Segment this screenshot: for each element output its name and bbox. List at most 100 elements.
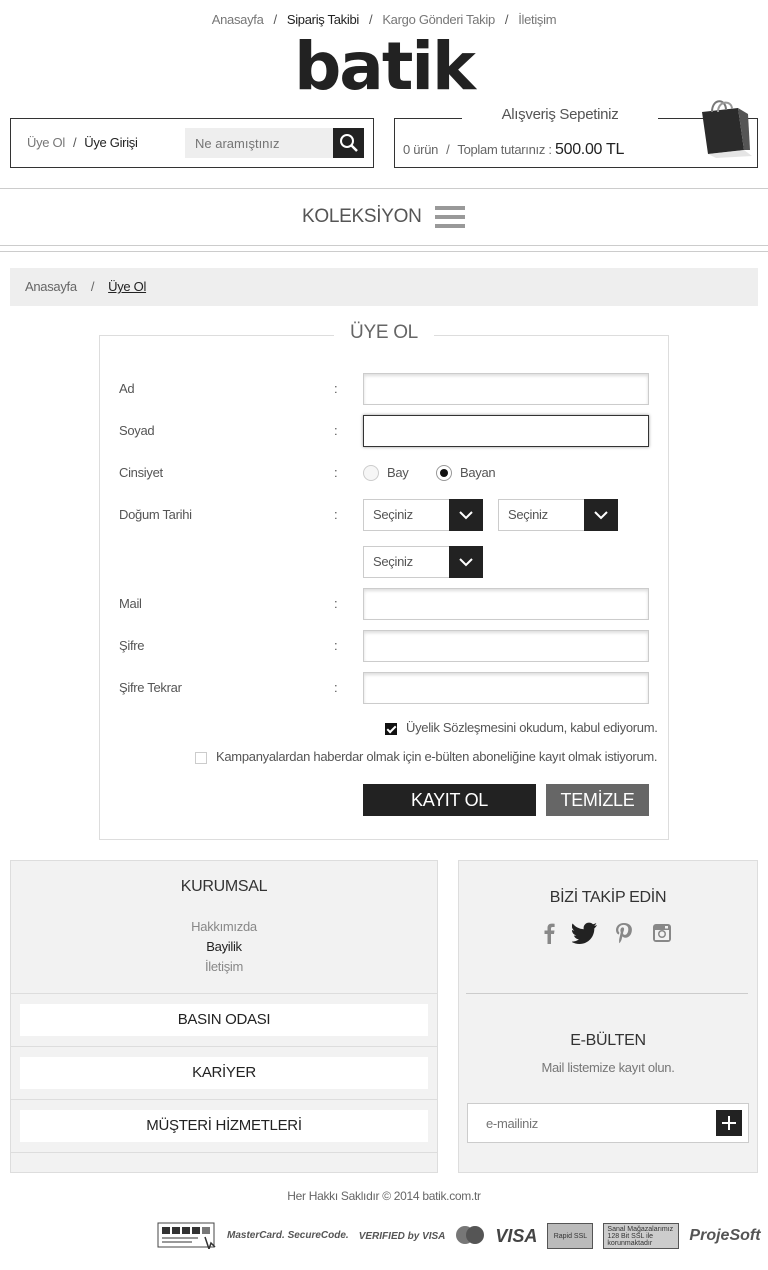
press-room-link[interactable]: BASIN ODASI — [20, 1004, 428, 1036]
breadcrumb: Anasayfa / Üye Ol — [10, 268, 758, 306]
cart-info: 0 ürün / Toplam tutarınız : 500.00 TL — [403, 141, 624, 159]
colon: : — [334, 638, 338, 653]
search-button[interactable] — [333, 128, 364, 158]
breadcrumb-home-link[interactable]: Anasayfa — [25, 279, 77, 294]
top-navigation: Anasayfa / Sipariş Takibi / Kargo Gönderi Ta… — [0, 12, 768, 27]
dealership-link[interactable]: Bayilik — [10, 939, 438, 954]
first-name-field[interactable] — [363, 373, 649, 405]
menu-icon[interactable] — [435, 206, 465, 228]
birth-year-value: Seçiniz — [373, 554, 413, 569]
rapid-ssl-badge: Rapid SSL — [547, 1223, 594, 1249]
topnav-separator: / — [273, 12, 278, 27]
birth-month-select[interactable]: Seçiniz — [498, 499, 618, 531]
register-submit-button[interactable]: KAYIT OL — [363, 784, 536, 816]
topnav-separator: / — [504, 12, 509, 27]
colon: : — [334, 465, 338, 480]
career-link[interactable]: KARİYER — [20, 1057, 428, 1089]
instagram-icon[interactable] — [652, 922, 672, 947]
gender-male-radio[interactable] — [363, 465, 379, 481]
agreement-label[interactable]: Üyelik Sözleşmesini okudum, kabul ediyor… — [406, 720, 658, 735]
divider — [11, 1046, 437, 1047]
newsletter-checkbox[interactable] — [195, 752, 207, 764]
last-name-label: Soyad — [119, 423, 155, 438]
newsletter-subtitle: Mail listemize kayıt olun. — [541, 1060, 675, 1075]
chevron-down-icon[interactable] — [584, 499, 618, 531]
cart-count: 0 ürün — [403, 142, 439, 157]
mail-label: Mail — [119, 596, 142, 611]
about-link[interactable]: Hakkımızda — [10, 919, 438, 934]
colon: : — [334, 596, 338, 611]
birth-day-select[interactable]: Seçiniz — [363, 499, 483, 531]
chevron-down-icon[interactable] — [449, 499, 483, 531]
cart-total-label: Toplam tutarınız : — [457, 142, 555, 157]
password-field[interactable] — [363, 630, 649, 662]
topnav-separator: / — [369, 12, 373, 27]
cart-separator: / — [446, 142, 450, 157]
register-link[interactable]: Üye Ol — [27, 135, 65, 150]
agreement-checkbox[interactable] — [385, 723, 397, 735]
collection-menu-link[interactable]: KOLEKSİYON — [302, 206, 422, 228]
password-repeat-label: Şifre Tekrar — [119, 680, 182, 695]
gender-female-label[interactable]: Bayan — [460, 465, 496, 480]
birth-date-label: Doğum Tarihi — [119, 507, 192, 522]
facebook-icon[interactable] — [541, 922, 557, 947]
shopping-bag-icon[interactable] — [694, 96, 752, 161]
search-icon — [339, 134, 358, 152]
last-name-field[interactable] — [363, 415, 649, 447]
mastercard-logo-icon — [455, 1225, 485, 1248]
copyright-text: Her Hakkı Saklıdır © 2014 batik.com.tr — [287, 1189, 481, 1203]
projesoft-logo: ProjeSoft — [689, 1227, 761, 1244]
gender-female-radio[interactable] — [436, 465, 452, 481]
password-repeat-field[interactable] — [363, 672, 649, 704]
newsletter-email-input[interactable] — [467, 1103, 749, 1143]
divider — [11, 1152, 437, 1153]
mastercard-securecode-badge: MasterCard. SecureCode. — [227, 1230, 349, 1241]
trust-stamp-icon — [157, 1221, 217, 1252]
corporate-title: KURUMSAL — [180, 878, 268, 895]
visa-badge: VISA — [495, 1225, 538, 1246]
search-input[interactable] — [185, 128, 335, 158]
colon: : — [334, 507, 338, 522]
divider — [11, 993, 437, 994]
breadcrumb-current[interactable]: Üye Ol — [108, 279, 146, 294]
cart-title: Alışveriş Sepetiniz — [462, 106, 658, 123]
colon: : — [334, 680, 338, 695]
newsletter-submit-button[interactable] — [716, 1110, 742, 1136]
site-logo[interactable]: batik — [0, 34, 768, 100]
follow-title: BİZİ TAKİP EDİN — [549, 889, 667, 906]
colon: : — [334, 423, 338, 438]
topnav-contact-link[interactable]: İletişim — [518, 12, 556, 27]
newsletter-title: E-BÜLTEN — [570, 1032, 646, 1049]
mail-field[interactable] — [363, 588, 649, 620]
ssl-protection-badge: Sanal Mağazalarımız 128 Bit SSL ile koru… — [603, 1223, 680, 1249]
chevron-down-icon[interactable] — [449, 546, 483, 578]
divider — [0, 245, 768, 246]
account-search-box: Üye Ol / Üye Girişi — [10, 118, 374, 168]
divider — [0, 188, 768, 189]
breadcrumb-separator: / — [90, 279, 95, 294]
form-title: ÜYE OL — [334, 322, 434, 344]
first-name-label: Ad — [119, 381, 135, 396]
contact-link[interactable]: İletişim — [10, 959, 438, 974]
pinterest-icon[interactable] — [614, 922, 634, 947]
twitter-icon[interactable] — [571, 922, 598, 947]
birth-day-value: Seçiniz — [373, 507, 413, 522]
birth-year-select[interactable]: Seçiniz — [363, 546, 483, 578]
customer-service-link[interactable]: MÜŞTERİ HİZMETLERİ — [20, 1110, 428, 1142]
password-label: Şifre — [119, 638, 145, 653]
login-link[interactable]: Üye Girişi — [84, 135, 138, 150]
verified-by-visa-badge: VERIFIED by VISA — [358, 1230, 446, 1242]
newsletter-label[interactable]: Kampanyalardan haberdar olmak için e-bül… — [216, 749, 658, 764]
payment-badges: MasterCard. SecureCode. VERIFIED by VISA… — [157, 1221, 761, 1252]
gender-label: Cinsiyet — [119, 465, 163, 480]
divider — [466, 993, 748, 994]
topnav-order-tracking-link[interactable]: Sipariş Takibi — [287, 12, 359, 27]
clear-button[interactable]: TEMİZLE — [546, 784, 649, 816]
topnav-cargo-tracking-link[interactable]: Kargo Gönderi Takip — [382, 12, 495, 27]
colon: : — [334, 381, 338, 396]
gender-male-label[interactable]: Bay — [387, 465, 409, 480]
topnav-home-link[interactable]: Anasayfa — [212, 12, 264, 27]
account-separator: / — [72, 135, 77, 150]
plus-icon — [722, 1116, 736, 1130]
cart-total-value: 500.00 TL — [555, 141, 625, 158]
